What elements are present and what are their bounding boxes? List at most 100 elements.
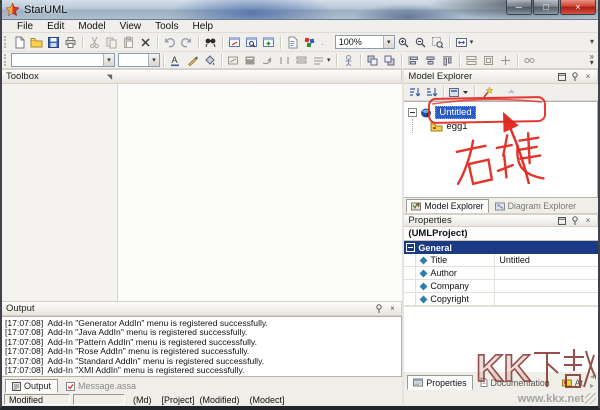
- font-name-combo[interactable]: ▾: [11, 53, 115, 67]
- copy-icon[interactable]: [103, 35, 120, 50]
- diagram-zoom-icon[interactable]: [243, 35, 260, 50]
- pin-icon[interactable]: [570, 216, 580, 226]
- collapse-all-icon[interactable]: [503, 85, 520, 100]
- stereotype-display-icon[interactable]: [242, 53, 259, 68]
- chevron-down-icon[interactable]: ▾: [148, 54, 159, 66]
- resize-grip[interactable]: [404, 390, 598, 406]
- paste-icon[interactable]: [120, 35, 137, 50]
- zoom-fit-icon[interactable]: [453, 35, 470, 50]
- find-icon[interactable]: [202, 35, 219, 50]
- tab-documentation[interactable]: Documentation: [475, 375, 555, 390]
- property-value[interactable]: [494, 293, 598, 305]
- zoom-in-icon[interactable]: [395, 35, 412, 50]
- delete-icon[interactable]: [137, 35, 154, 50]
- property-row-company[interactable]: Company: [404, 280, 598, 293]
- tab-model-explorer[interactable]: Model Explorer: [406, 199, 488, 213]
- cut-icon[interactable]: [86, 35, 103, 50]
- menu-tools[interactable]: Tools: [148, 21, 185, 32]
- expander-minus-icon[interactable]: [406, 243, 415, 252]
- property-value[interactable]: Untitled: [494, 254, 598, 266]
- pin-icon[interactable]: [570, 72, 580, 82]
- tree-row-model[interactable]: egg1: [404, 119, 597, 133]
- align-center-icon[interactable]: [422, 53, 439, 68]
- font-color-icon[interactable]: A: [167, 53, 184, 68]
- pin-icon[interactable]: [374, 304, 384, 314]
- toolbox-collapse-icon[interactable]: ◥: [107, 73, 112, 81]
- output-log[interactable]: [17:07:08] Add-In "Generator AddIn" menu…: [2, 316, 402, 377]
- zoom-area-icon[interactable]: [429, 35, 446, 50]
- property-row-copyright[interactable]: Copyright: [404, 293, 598, 306]
- tab-scroll-arrows[interactable]: ◂ ▸: [590, 372, 596, 390]
- property-value[interactable]: [494, 267, 598, 279]
- actor-icon[interactable]: [340, 53, 357, 68]
- customize-icon[interactable]: [301, 35, 318, 50]
- tree-row-project[interactable]: Untitled: [404, 105, 597, 119]
- undo-icon[interactable]: [161, 35, 178, 50]
- align-left-icon[interactable]: [405, 53, 422, 68]
- model-explorer-tree[interactable]: Untitled egg1: [404, 101, 598, 198]
- float-panel-icon[interactable]: [557, 72, 567, 82]
- minimize-button[interactable]: ─: [506, 0, 532, 15]
- title-bar[interactable]: StarUML ─ □ ×: [2, 0, 598, 20]
- chevron-down-icon[interactable]: ▾: [383, 36, 394, 48]
- redo-icon[interactable]: [178, 35, 195, 50]
- zoom-out-icon[interactable]: [412, 35, 429, 50]
- same-size-icon[interactable]: [480, 53, 497, 68]
- toolbox-panel[interactable]: [2, 84, 118, 301]
- toolbar-grip[interactable]: [4, 36, 8, 48]
- send-backward-icon[interactable]: [381, 53, 398, 68]
- sort-ascending-icon[interactable]: [406, 85, 423, 100]
- tree-label-egg1[interactable]: egg1: [446, 121, 467, 132]
- diagram-add-icon[interactable]: [260, 35, 277, 50]
- print-icon[interactable]: [62, 35, 79, 50]
- close-panel-icon[interactable]: ×: [583, 216, 593, 226]
- open-icon[interactable]: [28, 35, 45, 50]
- document-icon[interactable]: [284, 35, 301, 50]
- new-file-icon[interactable]: [11, 35, 28, 50]
- toolbar-grip[interactable]: [4, 54, 8, 66]
- toolbar-overflow-icon[interactable]: ▾: [590, 39, 594, 45]
- close-panel-icon[interactable]: ×: [583, 72, 593, 82]
- property-row-title[interactable]: Title Untitled: [404, 254, 598, 267]
- tab-messages[interactable]: Message.assa: [60, 379, 142, 393]
- tab-properties[interactable]: Properties: [407, 375, 472, 390]
- diagram-canvas[interactable]: [118, 84, 402, 301]
- suppress-attributes-icon[interactable]: [310, 53, 327, 68]
- chevron-down-icon[interactable]: ▾: [327, 56, 331, 64]
- menu-file[interactable]: File: [10, 21, 40, 32]
- wizard-icon[interactable]: [478, 85, 495, 100]
- save-icon[interactable]: [45, 35, 62, 50]
- menu-edit[interactable]: Edit: [40, 21, 71, 32]
- word-wrap-icon[interactable]: [276, 53, 293, 68]
- chevron-down-icon[interactable]: ▾: [470, 38, 474, 46]
- menu-model[interactable]: Model: [71, 21, 112, 32]
- menu-help[interactable]: Help: [185, 21, 220, 32]
- font-size-combo[interactable]: ▾: [118, 53, 160, 67]
- zoom-level-combo[interactable]: 100% ▾: [335, 35, 395, 49]
- chevron-down-icon[interactable]: ▾: [103, 54, 114, 66]
- property-group-general[interactable]: General: [404, 241, 598, 254]
- tree-label-untitled[interactable]: Untitled: [435, 106, 475, 119]
- close-panel-icon[interactable]: ×: [387, 304, 397, 314]
- same-width-icon[interactable]: [463, 53, 480, 68]
- close-button[interactable]: ×: [560, 0, 596, 15]
- tab-diagram-explorer[interactable]: Diagram Explorer: [491, 199, 580, 213]
- tab-output[interactable]: Output: [5, 379, 58, 393]
- group-icon[interactable]: [497, 53, 514, 68]
- bring-forward-icon[interactable]: [364, 53, 381, 68]
- fill-color-icon[interactable]: [201, 53, 218, 68]
- link-icon[interactable]: [521, 53, 538, 68]
- float-panel-icon[interactable]: [557, 216, 567, 226]
- toolbar-overflow-icon[interactable]: » ▾: [590, 54, 594, 67]
- expander-minus-icon[interactable]: [408, 108, 417, 117]
- line-color-icon[interactable]: [184, 53, 201, 68]
- menu-view[interactable]: View: [113, 21, 149, 32]
- sort-alphabetic-icon[interactable]: [423, 85, 440, 100]
- line-style-icon[interactable]: [225, 53, 242, 68]
- maximize-button[interactable]: □: [533, 0, 559, 15]
- property-value[interactable]: [494, 280, 598, 292]
- auto-resize-icon[interactable]: [259, 53, 276, 68]
- view-options-icon[interactable]: [447, 85, 471, 100]
- diagram-frame-icon[interactable]: [226, 35, 243, 50]
- align-top-icon[interactable]: [439, 53, 456, 68]
